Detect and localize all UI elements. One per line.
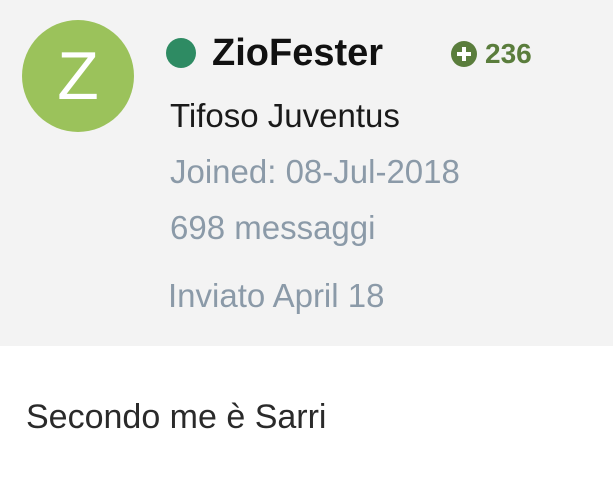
username-link[interactable]: ZioFester xyxy=(212,27,383,79)
message-count-link[interactable]: 698 messaggi xyxy=(170,206,375,250)
post-body: Secondo me è Sarri xyxy=(26,398,327,436)
forum-post: Z ZioFester 236 Tifoso Juventus Joined: … xyxy=(0,0,613,480)
avatar-letter: Z xyxy=(57,38,99,114)
reputation-badge[interactable]: 236 xyxy=(451,37,532,71)
post-date-link[interactable]: Inviato April 18 xyxy=(168,274,384,318)
reputation-count: 236 xyxy=(485,38,532,69)
plus-circle-icon xyxy=(451,41,477,67)
joined-date: Joined: 08-Jul-2018 xyxy=(170,153,460,190)
avatar[interactable]: Z xyxy=(22,20,134,132)
online-status-icon xyxy=(166,38,196,68)
user-title: Tifoso Juventus xyxy=(170,97,400,134)
author-panel: Z ZioFester 236 Tifoso Juventus Joined: … xyxy=(0,0,613,346)
